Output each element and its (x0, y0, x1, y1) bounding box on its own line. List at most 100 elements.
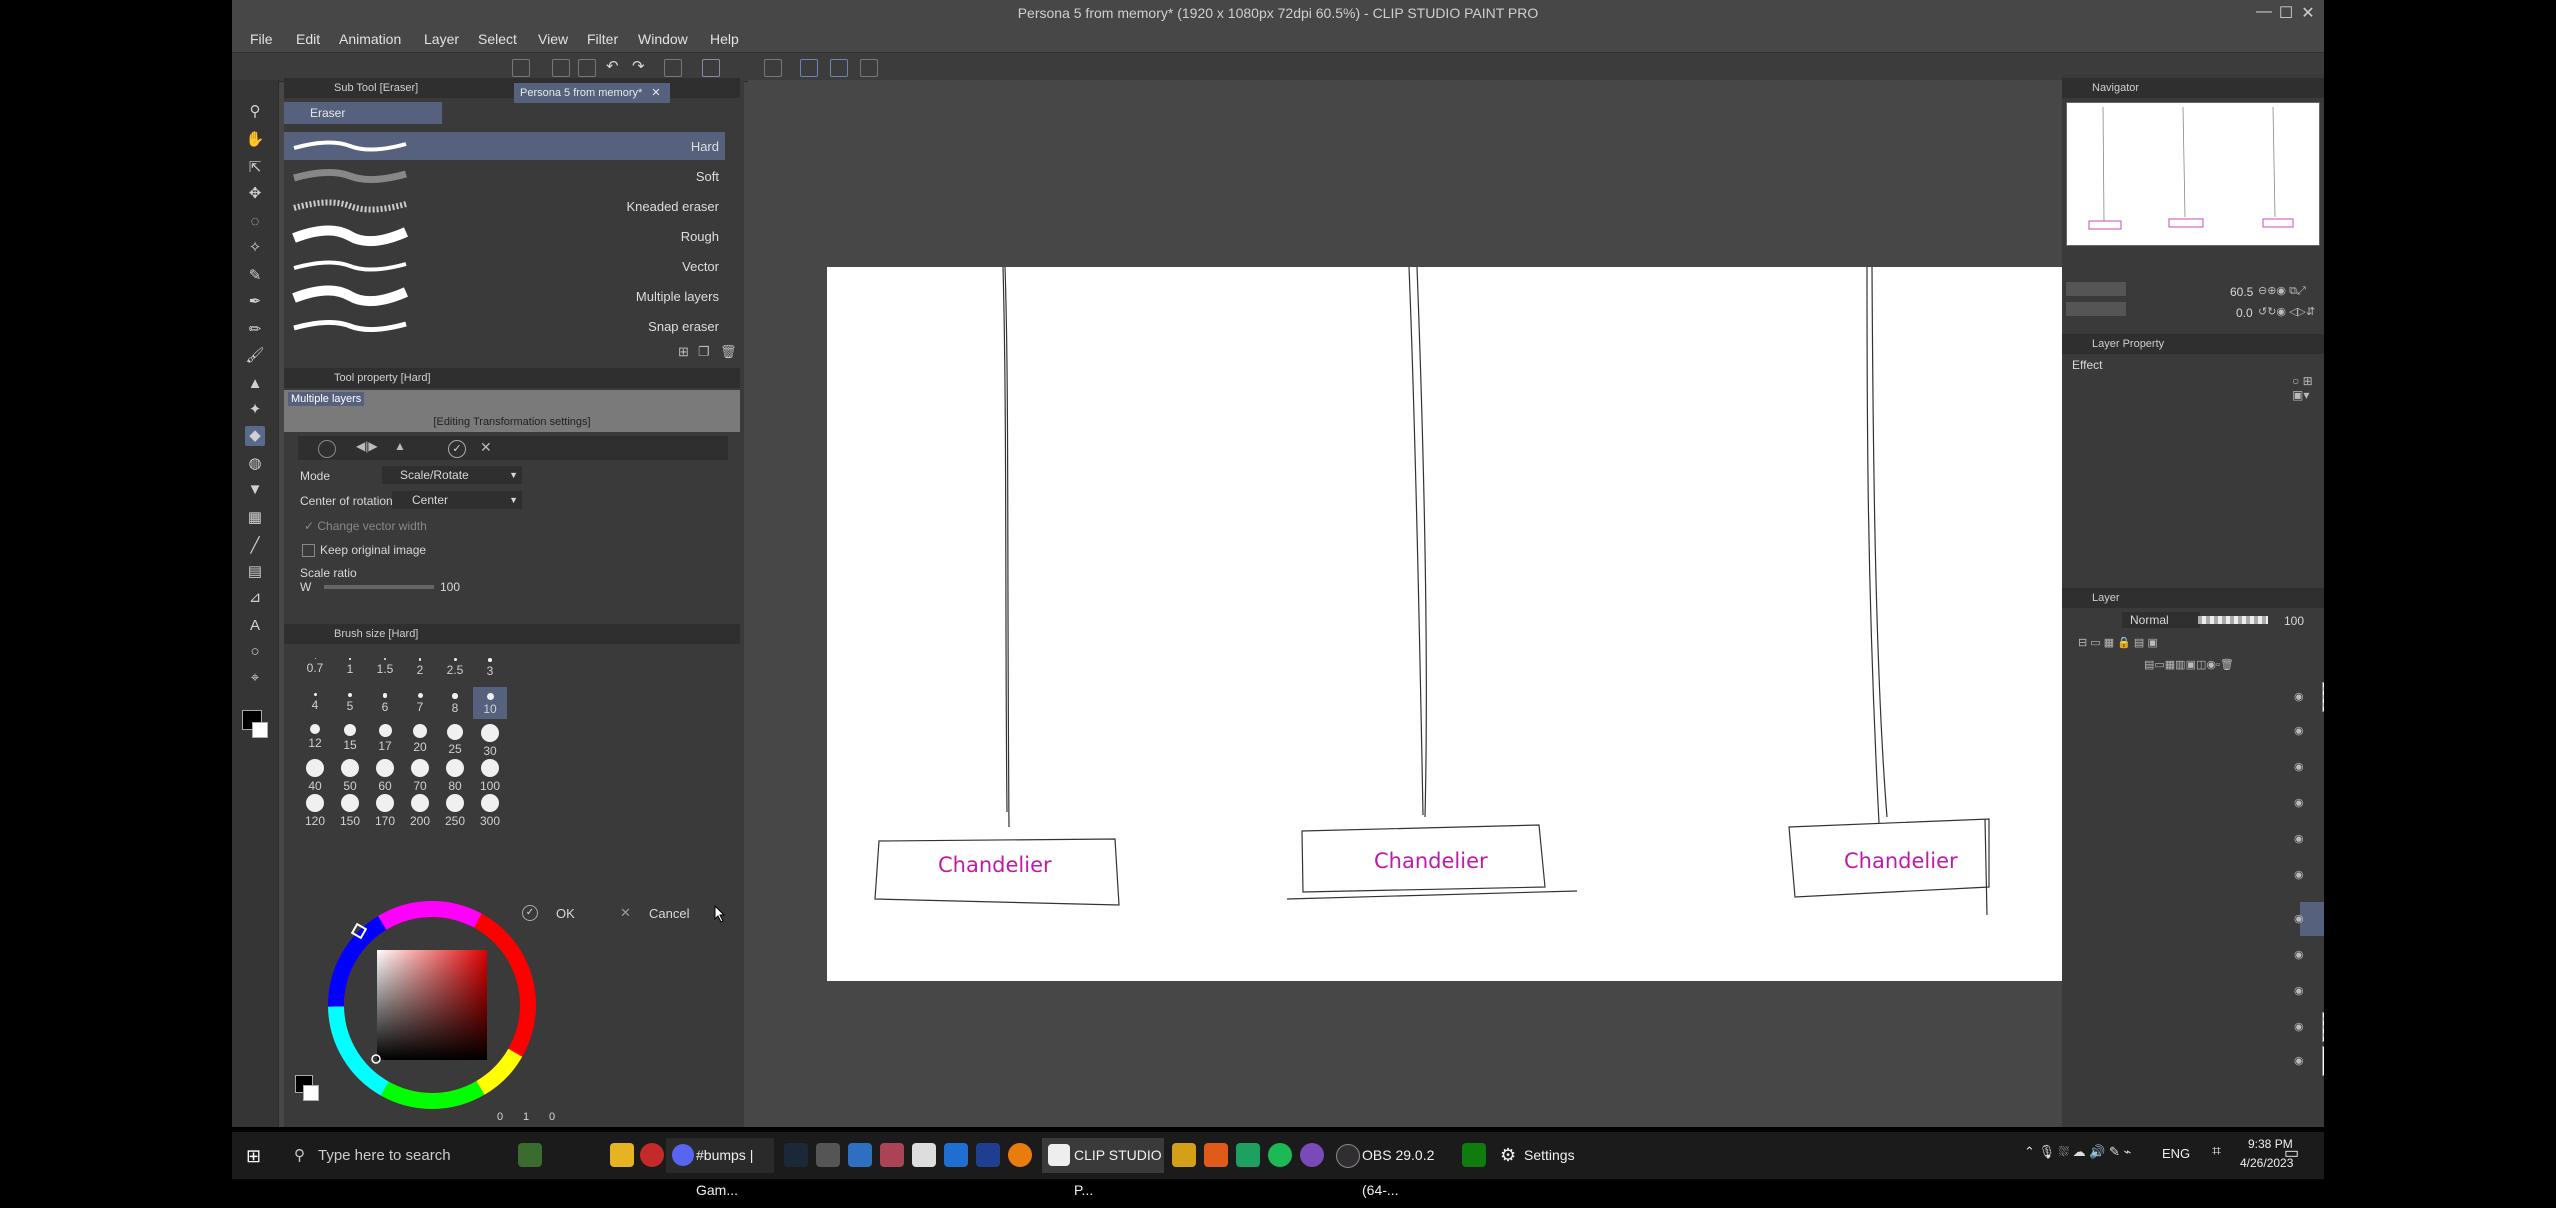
menu-animation[interactable]: Animation (339, 31, 401, 47)
airbrush-icon[interactable]: ▲ (245, 374, 265, 394)
language-indicator[interactable]: ENG (2162, 1146, 2190, 1161)
zoom-value[interactable]: 60.5 (2230, 285, 2253, 299)
visibility-eye-icon[interactable]: ◉ (2294, 1020, 2304, 1033)
fill-icon[interactable]: ▼ (245, 480, 265, 500)
subtool-soft[interactable]: Soft (284, 162, 725, 190)
app-icon-9[interactable] (1236, 1143, 1260, 1167)
app-icon-7[interactable] (1172, 1143, 1196, 1167)
brush-size-10[interactable]: 10 (473, 687, 507, 719)
change-vector-width-checkbox[interactable]: ✓ Change vector width (304, 519, 427, 533)
operation-icon[interactable]: ⇱ (245, 158, 265, 178)
rotation-value[interactable]: 0.0 (2236, 306, 2253, 320)
rotate-controls-icon[interactable]: ↺↻◉ ◁▷⇵ (2258, 305, 2315, 318)
brush-icon[interactable]: 🖌 (245, 346, 265, 366)
new-icon[interactable] (512, 59, 530, 77)
subtool-rough[interactable]: Rough (284, 222, 725, 250)
widget-icon[interactable] (518, 1143, 542, 1167)
brush-size-60[interactable]: 60 (368, 757, 402, 793)
brush-size-12[interactable]: 12 (298, 722, 332, 754)
spotify-icon[interactable] (1268, 1143, 1292, 1167)
save-icon[interactable] (578, 59, 596, 77)
brush-size-1[interactable]: 1 (333, 652, 367, 684)
subtool-multiple-layers[interactable]: Multiple layers (284, 282, 725, 310)
file-explorer-icon[interactable] (610, 1143, 634, 1167)
ruler-icon[interactable] (800, 59, 818, 77)
visibility-eye-icon[interactable]: ◉ (2294, 948, 2304, 961)
steam-icon[interactable] (784, 1143, 808, 1167)
eraser-icon[interactable]: ◆ (245, 426, 265, 446)
brush-size-170[interactable]: 170 (368, 792, 402, 828)
windows-start-icon[interactable]: ⊞ (246, 1146, 261, 1167)
text-icon[interactable]: A (245, 616, 265, 636)
brush-size-300[interactable]: 300 (473, 792, 507, 828)
taskbar-obs[interactable]: OBS 29.0.2 (64-... (1330, 1138, 1456, 1198)
figure-icon[interactable]: ╱ (245, 536, 265, 556)
taskbar-clip-studio[interactable]: CLIP STUDIO P... (1042, 1138, 1164, 1198)
pencil-icon[interactable]: ✏ (245, 320, 265, 340)
brush-size-40[interactable]: 40 (298, 757, 332, 793)
eyedropper-icon[interactable]: ✎ (245, 266, 265, 286)
layer-lock-icons[interactable]: ⊟ ▭ ▦ 🔒 ▤ ▣ (2078, 636, 2158, 649)
app-icon-6[interactable] (976, 1143, 1000, 1167)
notification-icon[interactable]: ▭ (2284, 1143, 2299, 1163)
opera-icon[interactable] (640, 1143, 664, 1167)
canvas-paper[interactable]: Chandelier Chandelier Chandelier (827, 267, 2095, 981)
subtool-hard[interactable]: Hard (284, 132, 725, 160)
menu-file[interactable]: File (250, 31, 273, 47)
brush-size-25[interactable]: 25 (438, 722, 472, 756)
xbox-icon[interactable] (1462, 1143, 1486, 1167)
menu-edit[interactable]: Edit (296, 31, 320, 47)
select-area-icon[interactable] (764, 59, 782, 77)
cancel-button[interactable]: Cancel (649, 906, 689, 921)
add-subtool-icon[interactable]: ⊞ (678, 344, 689, 360)
minimize-button[interactable]: — (2254, 3, 2274, 21)
cancel-transform-icon[interactable]: ✕ (480, 439, 492, 456)
open-icon[interactable] (552, 59, 570, 77)
layer-row-layer-1[interactable]: ◉100 % NormalLayer 1 (2294, 1010, 2324, 1044)
layer-row-layer-2[interactable]: ◉100 % NormalLayer 2 (2294, 938, 2324, 972)
confirm-icon[interactable]: ✓ (448, 440, 466, 458)
zoom-icon[interactable]: ⚲ (245, 102, 265, 122)
layer-row-layer-6[interactable]: ◉100 % NormalLayer 6 (2294, 750, 2324, 784)
opacity-value[interactable]: 100 (2284, 614, 2304, 628)
brush-size-50[interactable]: 50 (333, 757, 367, 793)
app-icon-2[interactable] (848, 1143, 872, 1167)
snap-grid-icon[interactable] (860, 59, 878, 77)
ok-button[interactable]: OK (556, 906, 575, 921)
brush-size-100[interactable]: 100 (473, 757, 507, 793)
layer-row-paper[interactable]: ◉Paper (2294, 1044, 2324, 1078)
navigator-preview[interactable] (2066, 102, 2320, 246)
layer-row-layer-4[interactable]: ◉100 % NormalLayer 4 (2294, 822, 2324, 856)
brush-size-20[interactable]: 20 (403, 722, 437, 754)
visibility-eye-icon[interactable]: ◉ (2294, 796, 2304, 809)
subtool-vector[interactable]: Vector (284, 252, 725, 280)
subtool-kneaded-eraser[interactable]: Kneaded eraser (284, 192, 725, 220)
frame-icon[interactable]: ▤ (245, 562, 265, 582)
visibility-eye-icon[interactable]: ◉ (2294, 724, 2304, 737)
balloon-icon[interactable]: ○ (245, 642, 265, 662)
brush-size-1-5[interactable]: 1.5 (368, 652, 402, 684)
layer-row-futaba[interactable]: ◉📁100 % Normalfutaba (2294, 714, 2324, 748)
gradient-icon[interactable]: ▦ (245, 508, 265, 528)
color-wheel[interactable] (327, 900, 537, 1110)
brush-size-150[interactable]: 150 (333, 792, 367, 828)
close-button[interactable]: ✕ (2298, 3, 2318, 23)
keep-original-checkbox[interactable] (302, 544, 315, 557)
layer-row-joker[interactable]: ◉📁100 % NormalJoker (2294, 902, 2324, 936)
brush-size-30[interactable]: 30 (473, 722, 507, 758)
opacity-slider[interactable] (2198, 616, 2268, 624)
blend-mode-select[interactable]: Normal (2122, 612, 2200, 628)
menu-select[interactable]: Select (478, 31, 517, 47)
clear-icon[interactable] (664, 59, 682, 77)
scale-w-value[interactable]: 100 (440, 580, 460, 594)
brush-size-8[interactable]: 8 (438, 687, 472, 719)
blender-icon[interactable] (1008, 1143, 1032, 1167)
visibility-eye-icon[interactable]: ◉ (2294, 868, 2304, 881)
center-of-rotation-select[interactable]: Center ▼ (392, 491, 522, 509)
taskbar-search[interactable]: ⚲ Type here to search (286, 1136, 506, 1174)
undo-icon[interactable]: ↶ (606, 57, 622, 75)
menu-help[interactable]: Help (710, 31, 739, 47)
maximize-button[interactable]: ☐ (2276, 3, 2296, 23)
brush-size-80[interactable]: 80 (438, 757, 472, 793)
taskbar-settings[interactable]: ⚙ Settings (1494, 1138, 1604, 1173)
